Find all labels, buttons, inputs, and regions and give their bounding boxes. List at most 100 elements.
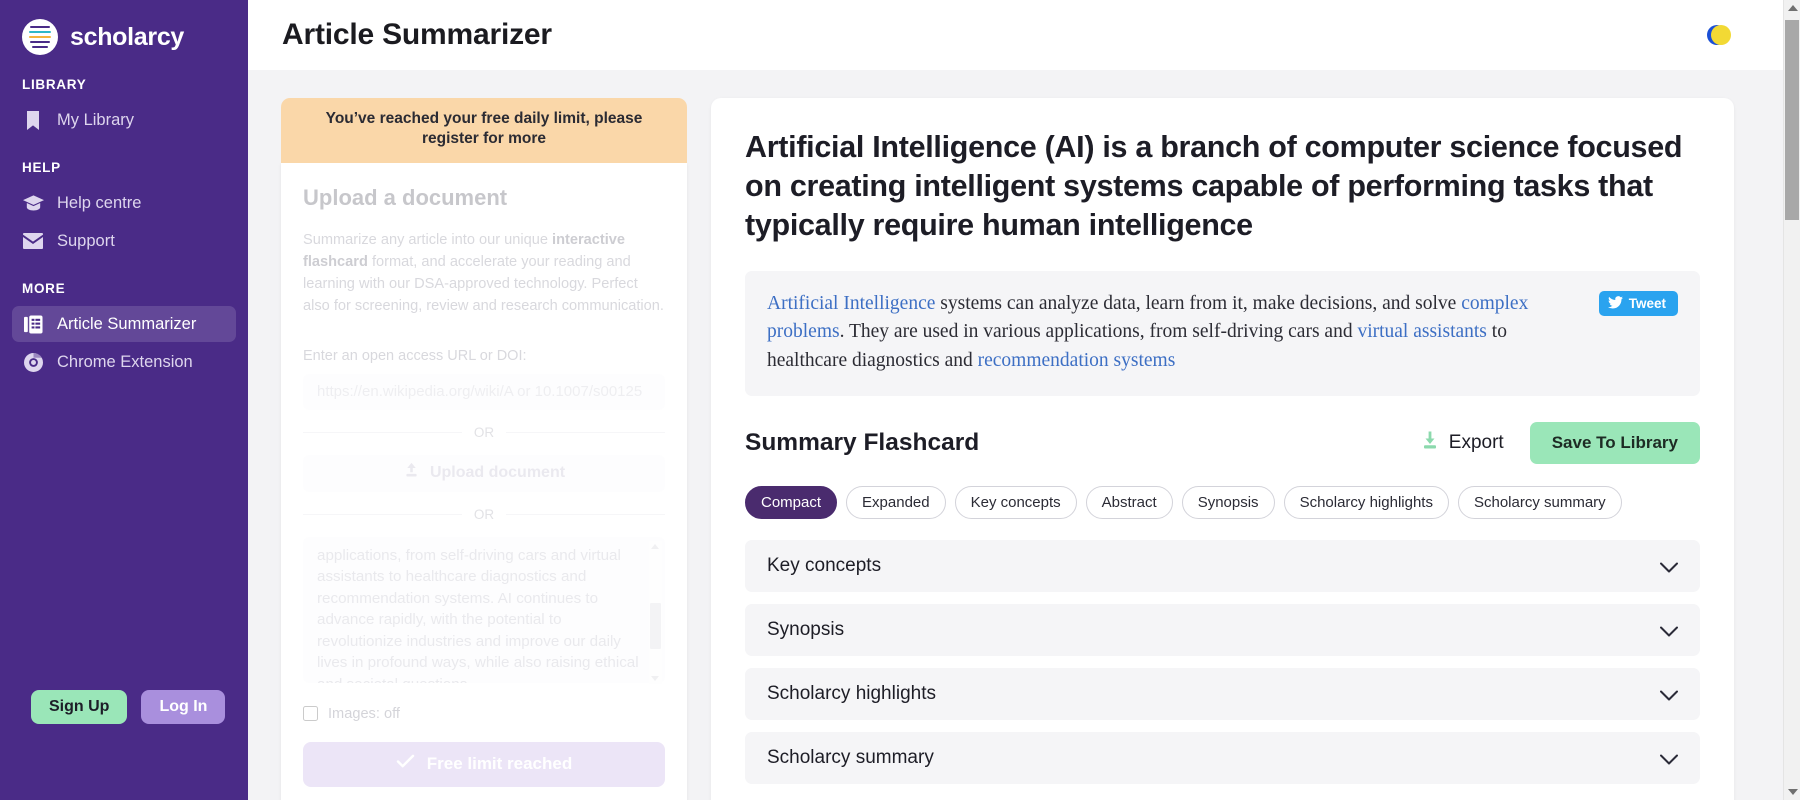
sidebar-item-label: My Library [57, 110, 135, 129]
tweet-label: Tweet [1628, 296, 1666, 312]
sidebar-heading-library: LIBRARY [22, 77, 87, 92]
page-scroll-up-arrow-icon[interactable] [1788, 5, 1798, 11]
abstract-link[interactable]: recommendation systems [978, 350, 1176, 371]
sidebar-item-support[interactable]: Support [12, 223, 236, 259]
url-field-label: Enter an open access URL or DOI: [303, 347, 527, 364]
divider-line-right [506, 431, 665, 433]
sidebar-heading-more: MORE [22, 281, 66, 296]
top-bar: Article Summarizer [248, 0, 1800, 70]
bookmark-icon [22, 110, 44, 130]
sidebar-section-help: HELP Help centre Support [0, 160, 248, 259]
save-to-library-button[interactable]: Save To Library [1529, 421, 1700, 464]
article-panel: Artificial Intelligence (AI) is a branch… [711, 98, 1734, 800]
article-title: Artificial Intelligence (AI) is a branch… [745, 130, 1683, 243]
brand[interactable]: scholarcy [0, 0, 248, 55]
url-or-doi-input[interactable] [303, 373, 665, 410]
accordion-scholarcy-summary[interactable]: Scholarcy summary [745, 731, 1700, 784]
sidebar-item-chrome-extension[interactable]: Chrome Extension [12, 344, 236, 380]
chip-expanded[interactable]: Expanded [846, 485, 946, 519]
sign-up-button[interactable]: Sign Up [31, 690, 128, 724]
flashcard-sections: Key concepts Synopsis Scholarcy highlights… [745, 539, 1700, 784]
check-icon [396, 754, 415, 774]
chevron-down-icon[interactable] [1660, 752, 1678, 765]
flashcard-header: Summary Flashcard Export Save To Library [745, 421, 1700, 464]
abstract-text-segment: . They are used in various applications,… [839, 321, 1358, 343]
page-scrollbar[interactable] [1783, 0, 1800, 800]
divider-line-right-2 [506, 513, 665, 515]
chip-abstract[interactable]: Abstract [1085, 485, 1173, 519]
summary-flashcard-title: Summary Flashcard [745, 428, 980, 456]
free-limit-reached-button[interactable]: Free limit reached [303, 741, 665, 787]
images-checkbox-label[interactable]: Images: off [328, 706, 400, 722]
chip-key-concepts[interactable]: Key concepts [954, 485, 1077, 519]
accordion-scholarcy-highlights[interactable]: Scholarcy highlights [745, 667, 1700, 720]
textarea-scrollbar[interactable] [649, 540, 662, 684]
scroll-up-arrow-icon[interactable] [651, 543, 659, 549]
scholarcy-logo-icon [22, 19, 58, 55]
main-area: Article Summarizer You’ve reached your f… [248, 0, 1800, 800]
chip-scholarcy-highlights[interactable]: Scholarcy highlights [1283, 485, 1449, 519]
accordion-synopsis[interactable]: Synopsis [745, 603, 1700, 656]
accordion-label: Key concepts [767, 554, 882, 576]
page-title: Article Summarizer [282, 18, 552, 51]
upload-card-title: Upload a document [303, 184, 508, 210]
sidebar-item-label: Article Summarizer [57, 314, 197, 333]
article-card: Artificial Intelligence (AI) is a branch… [711, 98, 1734, 800]
scrollbar-thumb[interactable] [650, 602, 661, 649]
accordion-label: Scholarcy summary [767, 746, 934, 768]
envelope-icon [22, 231, 44, 251]
chevron-down-icon[interactable] [1660, 688, 1678, 701]
upload-icon [403, 462, 420, 484]
sidebar-section-more: MORE Article Summarizer Chrome Extension [0, 281, 248, 380]
chip-compact[interactable]: Compact [745, 485, 838, 519]
sidebar-item-article-summarizer[interactable]: Article Summarizer [12, 306, 236, 342]
scroll-down-arrow-icon[interactable] [651, 675, 659, 681]
abstract-text-segment: systems can analyze data, learn from it,… [935, 293, 1462, 315]
page-scrollbar-thumb[interactable] [1785, 20, 1799, 220]
app-root: scholarcy LIBRARY My Library HELP Help cent… [0, 0, 1800, 800]
divider-line-left [303, 431, 462, 433]
upload-card: Upload a document Summarize any article … [281, 162, 687, 800]
dark-mode-moon-icon[interactable] [1704, 21, 1732, 49]
or-divider-1: OR [303, 425, 665, 440]
abstract-box: Artificial Intelligence systems can anal… [745, 271, 1700, 396]
abstract-link[interactable]: virtual assistants [1357, 321, 1486, 342]
page-scroll-down-arrow-icon[interactable] [1788, 789, 1798, 795]
chip-synopsis[interactable]: Synopsis [1181, 485, 1275, 519]
sidebar-item-my-library[interactable]: My Library [12, 102, 236, 138]
content-columns: You’ve reached your free daily limit, pl… [248, 70, 1800, 800]
tweet-button[interactable]: Tweet [1598, 291, 1678, 317]
sidebar: scholarcy LIBRARY My Library HELP Help cent… [0, 0, 248, 800]
accordion-key-concepts[interactable]: Key concepts [745, 539, 1700, 592]
images-toggle-row: Images: off [303, 706, 665, 722]
chip-scholarcy-summary[interactable]: Scholarcy summary [1457, 485, 1622, 519]
abstract-link[interactable]: Artificial Intelligence [767, 293, 935, 314]
images-checkbox[interactable] [303, 706, 318, 722]
upload-document-label: Upload document [429, 464, 566, 482]
document-list-icon [22, 314, 44, 334]
paste-text-area[interactable]: applications, from self-driving cars and… [303, 536, 665, 683]
paste-text-wrap: applications, from self-driving cars and… [303, 536, 665, 688]
chrome-icon [22, 352, 44, 372]
download-icon [1420, 430, 1440, 456]
flashcard-view-chips: Compact Expanded Key concepts Abstract Synop… [745, 485, 1700, 519]
graduation-cap-icon [22, 193, 44, 213]
sidebar-item-label: Help centre [57, 193, 142, 212]
export-button[interactable]: Export [1420, 430, 1504, 456]
sidebar-item-help-centre[interactable]: Help centre [12, 185, 236, 221]
export-label: Export [1448, 431, 1504, 453]
divider-line-left-2 [303, 513, 462, 515]
log-in-button[interactable]: Log In [141, 690, 226, 724]
chevron-down-icon[interactable] [1660, 560, 1678, 573]
sidebar-auth-actions: Sign Up Log In [0, 690, 248, 724]
accordion-label: Synopsis [767, 618, 845, 640]
or-label-2: OR [473, 506, 495, 522]
brand-name: scholarcy [70, 22, 185, 51]
sidebar-item-label: Chrome Extension [57, 352, 193, 371]
or-divider-2: OR [303, 507, 665, 522]
upload-desc-part1: Summarize any article into our unique [303, 231, 553, 248]
sidebar-heading-help: HELP [22, 160, 61, 175]
free-limit-banner: You’ve reached your free daily limit, pl… [281, 98, 687, 163]
chevron-down-icon[interactable] [1660, 624, 1678, 637]
upload-document-button[interactable]: Upload document [303, 454, 665, 492]
